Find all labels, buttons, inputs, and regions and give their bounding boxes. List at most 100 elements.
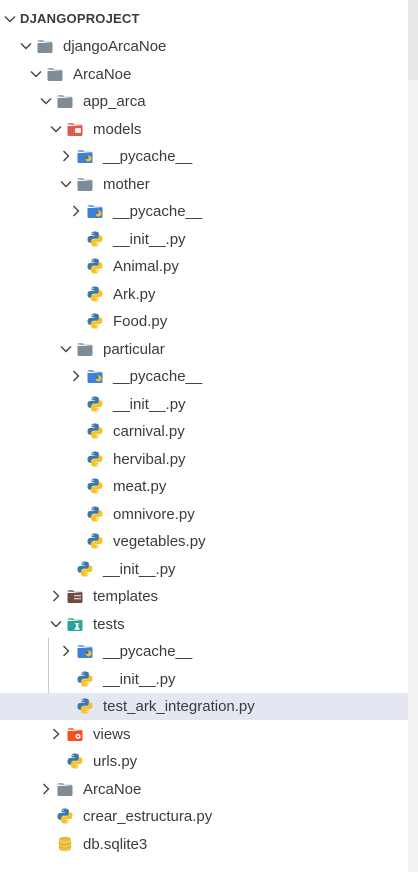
tree-item-label: carnival.py (113, 423, 185, 440)
pycache-folder-icon (86, 367, 104, 385)
folder-icon (36, 37, 54, 55)
python-file-icon (86, 505, 104, 523)
tree-item-label: __pycache__ (113, 203, 203, 220)
chevron-right-icon[interactable] (48, 588, 64, 604)
tree-folder-item[interactable]: __pycache__ (0, 363, 408, 390)
tree-item-label: views (93, 725, 131, 743)
tree-item-label: vegetables.py (113, 533, 206, 550)
explorer-title: DJANGOPROJECT (20, 11, 140, 26)
tree-item-label: particular (103, 340, 165, 358)
tree-item-label: Food.py (113, 313, 168, 330)
python-file-icon (86, 532, 104, 550)
tree-folder-item[interactable]: __pycache__ (0, 198, 408, 225)
tree-item-label: mother (103, 175, 150, 193)
tree-file-item[interactable]: hervibal.py (0, 446, 408, 473)
chevron-down-icon[interactable] (48, 121, 64, 137)
tree-file-item[interactable]: omnivore.py (0, 501, 408, 528)
tree-file-item[interactable]: Ark.py (0, 281, 408, 308)
python-file-icon (86, 450, 104, 468)
tree-item-label: __pycache__ (103, 148, 193, 165)
chevron-right-icon[interactable] (58, 643, 74, 659)
scrollbar-track[interactable] (408, 0, 418, 872)
tree-folder-item[interactable]: mother (0, 171, 408, 198)
tree-file-item[interactable]: Food.py (0, 308, 408, 335)
tree-item-label: models (93, 120, 142, 138)
templates-folder-icon (66, 587, 84, 605)
python-file-icon (56, 807, 74, 825)
database-file-icon (56, 835, 74, 853)
tree-folder-item[interactable]: ArcaNoe (0, 776, 408, 803)
folder-icon (56, 92, 74, 110)
tree-folder-item[interactable]: __pycache__ (0, 143, 408, 170)
tree-folder-item[interactable]: djangoArcaNoe (0, 33, 408, 60)
chevron-down-icon[interactable] (48, 616, 64, 632)
tree-file-item[interactable]: __init__.py (0, 226, 408, 253)
tree-item-label: __pycache__ (103, 643, 193, 660)
file-explorer: DJANGOPROJECT djangoArcaNoe ArcaNoe app_ar… (0, 0, 418, 872)
tree-item-label: Animal.py (113, 258, 179, 275)
tests-folder-icon (66, 615, 84, 633)
tree-item-label: meat.py (113, 478, 167, 495)
tree-item-label: __init__.py (103, 560, 176, 578)
python-file-icon (86, 312, 104, 330)
tree-folder-item[interactable]: app_arca (0, 88, 408, 115)
chevron-down-icon[interactable] (38, 93, 54, 109)
tree-item-label: test_ark_integration.py (103, 698, 255, 715)
folder-icon (56, 780, 74, 798)
chevron-down-icon (4, 16, 16, 23)
python-file-icon (76, 670, 94, 688)
tree-folder-item[interactable]: __pycache__ (0, 638, 408, 665)
tree-file-item[interactable]: meat.py (0, 473, 408, 500)
tree-item-label: __init__.py (103, 670, 176, 688)
tree-file-item[interactable]: Animal.py (0, 253, 408, 280)
tree-folder-item[interactable]: ArcaNoe (0, 61, 408, 88)
tree-item-label: ArcaNoe (73, 65, 132, 83)
tree-file-item[interactable]: __init__.py (0, 666, 408, 693)
chevron-down-icon[interactable] (58, 176, 74, 192)
tree-file-item[interactable]: test_ark_integration.py (0, 693, 408, 720)
python-file-icon (76, 560, 94, 578)
tree-folder-item[interactable]: models (0, 116, 408, 143)
python-file-icon (86, 422, 104, 440)
chevron-right-icon[interactable] (38, 781, 54, 797)
tree-item-label: Ark.py (113, 285, 156, 303)
tree-file-item[interactable]: __init__.py (0, 556, 408, 583)
tree-file-item[interactable]: db.sqlite3 (0, 831, 408, 858)
chevron-down-icon[interactable] (18, 38, 34, 54)
tree-folder-item[interactable]: particular (0, 336, 408, 363)
pycache-folder-icon (76, 642, 94, 660)
python-file-icon (76, 697, 94, 715)
tree-item-label: app_arca (83, 93, 146, 110)
chevron-down-icon[interactable] (28, 66, 44, 82)
scrollbar-thumb[interactable] (408, 0, 418, 80)
folder-icon (76, 175, 94, 193)
chevron-right-icon[interactable] (58, 148, 74, 164)
python-file-icon (86, 477, 104, 495)
tree-file-item[interactable]: urls.py (0, 748, 408, 775)
tree-item-label: ArcaNoe (83, 780, 142, 798)
tree-item-label: __init__.py (113, 395, 186, 413)
tree-folder-item[interactable]: views (0, 721, 408, 748)
chevron-right-icon[interactable] (68, 368, 84, 384)
folder-icon (46, 65, 64, 83)
tree-file-item[interactable]: crear_estructura.py (0, 803, 408, 830)
python-file-icon (86, 257, 104, 275)
tree-item-label: omnivore.py (113, 505, 195, 523)
folder-icon (76, 340, 94, 358)
chevron-down-icon[interactable] (58, 341, 74, 357)
python-file-icon (86, 230, 104, 248)
tree-folder-item[interactable]: tests (0, 611, 408, 638)
tree-folder-item[interactable]: templates (0, 583, 408, 610)
tree-file-item[interactable]: vegetables.py (0, 528, 408, 555)
explorer-section-header[interactable]: DJANGOPROJECT (0, 7, 408, 31)
chevron-right-icon[interactable] (68, 203, 84, 219)
chevron-right-icon[interactable] (48, 726, 64, 742)
tree-item-label: hervibal.py (113, 450, 186, 468)
tree-file-item[interactable]: __init__.py (0, 391, 408, 418)
tree-item-label: crear_estructura.py (83, 808, 213, 825)
python-file-icon (66, 752, 84, 770)
models-folder-icon (66, 120, 84, 138)
tree-file-item[interactable]: carnival.py (0, 418, 408, 445)
python-file-icon (86, 285, 104, 303)
tree-item-label: __pycache__ (113, 368, 203, 385)
